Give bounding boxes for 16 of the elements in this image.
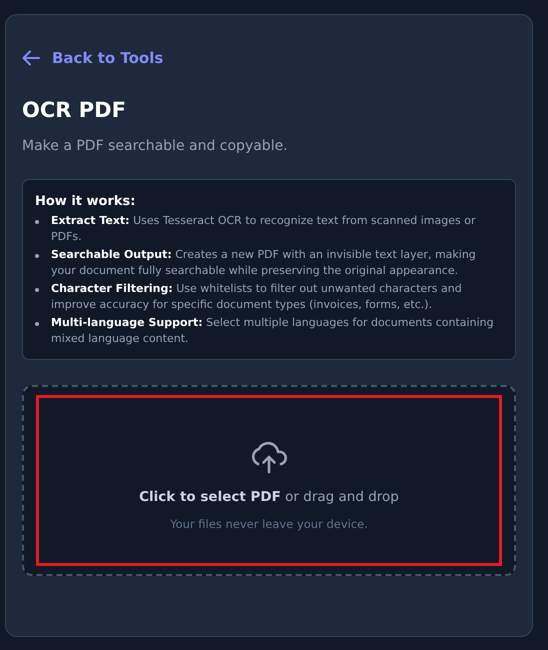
info-text: Multi-language Support: Select multiple languages for documents containing mixed language content.: [51, 315, 495, 347]
bullet-icon: [35, 288, 39, 292]
upload-prompt: Click to select PDF or drag and drop: [139, 488, 399, 504]
page-title: OCR PDF: [22, 98, 127, 122]
privacy-note: Your files never leave your device.: [170, 516, 368, 530]
page-subtitle: Make a PDF searchable and copyable.: [22, 138, 289, 154]
bullet-icon: [35, 254, 39, 258]
bullet-icon: [35, 322, 39, 326]
info-text: Searchable Output: Creates a new PDF with an invisible text layer, making your document fully searchable while preserving the original appearance.: [51, 247, 477, 279]
info-text: Extract Text: Uses Tesseract OCR to recognize text from scanned images or PDFs.: [51, 213, 476, 245]
info-heading: How it works:: [35, 194, 136, 209]
arrow-left-icon: [22, 50, 40, 66]
back-link[interactable]: Back to Tools: [22, 49, 164, 67]
dropzone[interactable]: Click to select PDF or drag and drop Your files never leave your device.: [22, 385, 516, 576]
bullet-icon: [35, 220, 39, 224]
info-text: Character Filtering: Use whitelists to filter out unwanted characters and improve accuracy for specific document types (invoices, forms, etc.).: [51, 281, 463, 313]
